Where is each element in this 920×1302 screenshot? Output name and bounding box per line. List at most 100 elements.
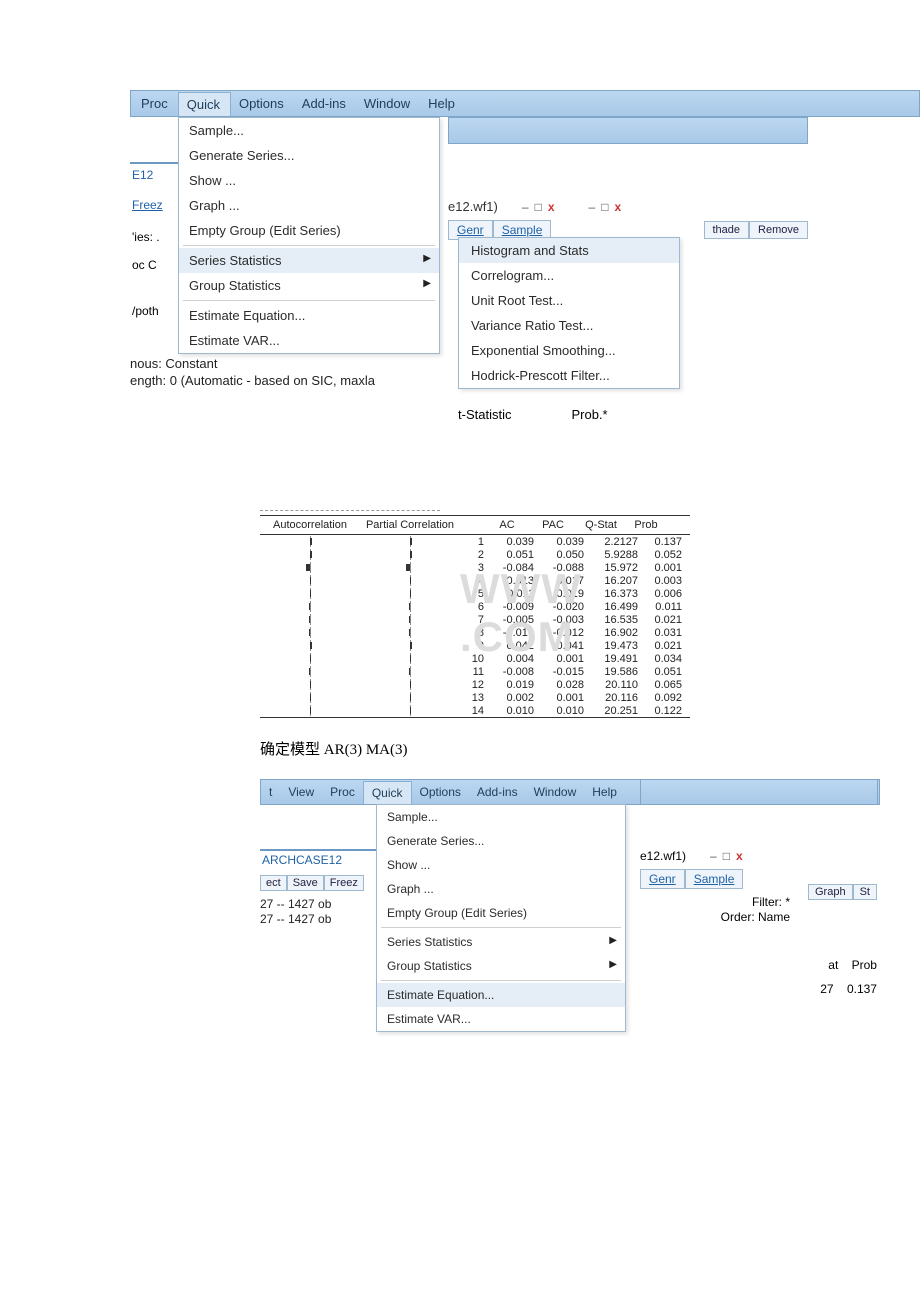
st-button[interactable]: St <box>853 884 877 900</box>
close-icon[interactable]: x <box>548 200 555 214</box>
table-row: 6-0.009-0.02016.4990.011 <box>260 600 690 613</box>
bluebar-right <box>448 117 808 144</box>
table-row: 40.0130.01716.2070.003 <box>260 574 690 587</box>
text-constant: nous: Constant <box>130 356 438 371</box>
menu2-window[interactable]: Window <box>526 781 585 803</box>
menuitem2-empty-group[interactable]: Empty Group (Edit Series) <box>377 901 625 925</box>
window-file-label-2: e12.wf1) <box>640 849 686 863</box>
val-27: 27 <box>820 982 833 996</box>
menu-proc[interactable]: Proc <box>133 92 178 115</box>
col-pac2: PAC <box>530 519 576 531</box>
menu-addins[interactable]: Add-ins <box>294 92 356 115</box>
table-row: 11-0.008-0.01519.5860.051 <box>260 665 690 678</box>
menuitem-unit-root[interactable]: Unit Root Test... <box>459 288 679 313</box>
menuitem2-group-statistics[interactable]: Group Statistics <box>377 954 625 978</box>
menuitem2-series-statistics[interactable]: Series Statistics <box>377 930 625 954</box>
label-e12: E12 <box>130 162 178 186</box>
col-autocorr: Autocorrelation <box>260 519 360 531</box>
menuitem-variance-ratio[interactable]: Variance Ratio Test... <box>459 313 679 338</box>
table-row: 8-0.016-0.01216.9020.031 <box>260 626 690 639</box>
col-pac: Partial Correlation <box>360 519 460 531</box>
graph-button[interactable]: Graph <box>808 884 853 900</box>
label-ies: 'ies: . <box>130 226 178 248</box>
menuitem-show[interactable]: Show ... <box>179 168 439 193</box>
separator <box>381 927 621 928</box>
maximize-icon[interactable]: □ <box>723 849 730 863</box>
menuitem-series-statistics[interactable]: Series Statistics <box>179 248 439 273</box>
col-ac: AC <box>484 519 530 531</box>
menuitem2-estimate-equation[interactable]: Estimate Equation... <box>377 983 625 1007</box>
text-length: ength: 0 (Automatic - based on SIC, maxl… <box>130 373 438 388</box>
close-icon[interactable]: x <box>736 849 743 863</box>
menu2-help[interactable]: Help <box>584 781 625 803</box>
minimize-icon[interactable]: – <box>589 200 596 214</box>
genr-button-2[interactable]: Genr <box>640 869 685 889</box>
col-qstat: Q-Stat <box>576 519 626 531</box>
col-prob: Prob <box>626 519 666 531</box>
bluebar-bottom-right <box>640 779 878 805</box>
table-row: 130.0020.00120.1160.092 <box>260 691 690 704</box>
menuitem2-generate-series[interactable]: Generate Series... <box>377 829 625 853</box>
minimize-icon[interactable]: – <box>710 849 717 863</box>
menu2-quick[interactable]: Quick <box>363 781 412 804</box>
label-tstat: t-Statistic <box>458 407 511 422</box>
menuitem-graph[interactable]: Graph ... <box>179 193 439 218</box>
at-label: at <box>828 958 838 972</box>
table-row: 120.0190.02820.1100.065 <box>260 678 690 691</box>
freez-button[interactable]: Freez <box>324 875 364 891</box>
menuitem2-estimate-var[interactable]: Estimate VAR... <box>377 1007 625 1031</box>
table-row: 20.0510.0505.92880.052 <box>260 548 690 561</box>
ect-button[interactable]: ect <box>260 875 287 891</box>
menu2-proc[interactable]: Proc <box>322 781 363 803</box>
menuitem-empty-group[interactable]: Empty Group (Edit Series) <box>179 218 439 243</box>
menu2-view[interactable]: View <box>280 781 322 803</box>
menu-quick[interactable]: Quick <box>178 92 231 116</box>
menu2-addins[interactable]: Add-ins <box>469 781 526 803</box>
obs-row-1: 27 -- 1427 ob <box>260 897 376 912</box>
separator <box>381 980 621 981</box>
menuitem-hp-filter[interactable]: Hodrick-Prescott Filter... <box>459 363 679 388</box>
table-row: 140.0100.01020.2510.122 <box>260 704 690 717</box>
menuitem-estimate-var[interactable]: Estimate VAR... <box>179 328 439 353</box>
filter-label: Filter: * <box>640 895 790 910</box>
save-button[interactable]: Save <box>287 875 324 891</box>
series-statistics-submenu: Histogram and Stats Correlogram... Unit … <box>458 237 680 389</box>
table-row: 90.0420.04119.4730.021 <box>260 639 690 652</box>
table-row: 50.0110.01916.3730.006 <box>260 587 690 600</box>
maximize-icon[interactable]: □ <box>601 200 608 214</box>
menuitem-exp-smoothing[interactable]: Exponential Smoothing... <box>459 338 679 363</box>
menuitem-group-statistics[interactable]: Group Statistics <box>179 273 439 298</box>
order-label: Order: Name <box>640 910 790 925</box>
label-poth: /poth <box>130 300 178 322</box>
remove-button[interactable]: Remove <box>749 221 808 239</box>
menu-help[interactable]: Help <box>420 92 465 115</box>
thade-button[interactable]: thade <box>704 221 750 239</box>
minimize-icon[interactable]: – <box>522 200 529 214</box>
table-row: 10.0390.0392.21270.137 <box>260 535 690 548</box>
label-freez[interactable]: Freez <box>130 194 178 216</box>
window-file-label: e12.wf1) <box>448 199 498 214</box>
menuitem2-show[interactable]: Show ... <box>377 853 625 877</box>
menubar-top: Proc Quick Options Add-ins Window Help <box>130 90 920 117</box>
maximize-icon[interactable]: □ <box>535 200 542 214</box>
label-archcase12: ARCHCASE12 <box>260 849 376 869</box>
menuitem-correlogram[interactable]: Correlogram... <box>459 263 679 288</box>
table-row: 100.0040.00119.4910.034 <box>260 652 690 665</box>
window-controls-2: – □ x <box>589 200 622 214</box>
menuitem2-sample[interactable]: Sample... <box>377 805 625 829</box>
menuitem-generate-series[interactable]: Generate Series... <box>179 143 439 168</box>
separator <box>183 300 435 301</box>
table-row: 3-0.084-0.08815.9720.001 <box>260 561 690 574</box>
menuitem2-graph[interactable]: Graph ... <box>377 877 625 901</box>
menuitem-estimate-equation[interactable]: Estimate Equation... <box>179 303 439 328</box>
val-0137: 0.137 <box>847 982 877 996</box>
menu2-options[interactable]: Options <box>412 781 469 803</box>
menuitem-histogram-stats[interactable]: Histogram and Stats <box>459 238 679 263</box>
menu-window[interactable]: Window <box>356 92 420 115</box>
menu-options[interactable]: Options <box>231 92 294 115</box>
menu2-t[interactable]: t <box>261 781 280 803</box>
sample-button-2[interactable]: Sample <box>685 869 744 889</box>
obs-row-2: 27 -- 1427 ob <box>260 912 376 927</box>
menuitem-sample[interactable]: Sample... <box>179 118 439 143</box>
close-icon[interactable]: x <box>614 200 621 214</box>
